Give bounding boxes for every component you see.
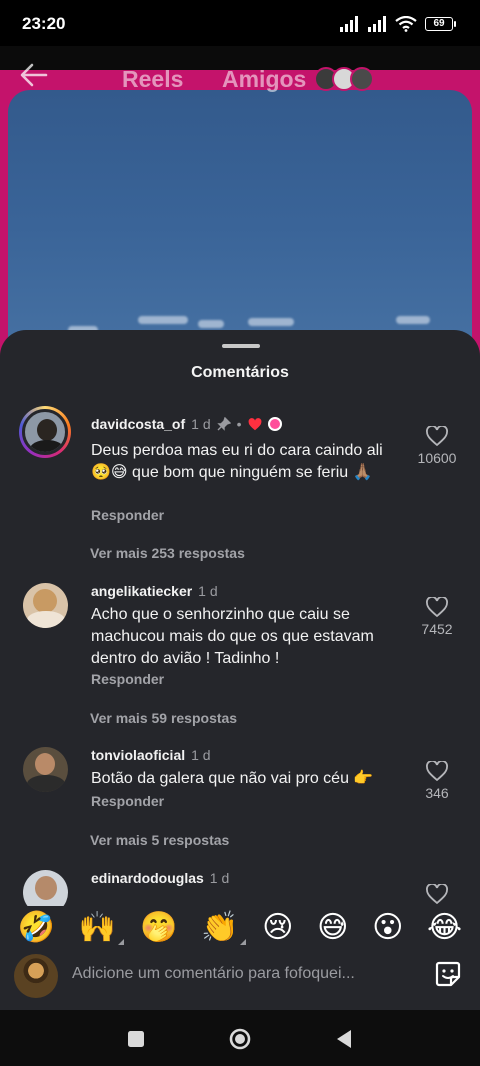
comment-username[interactable]: angelikatiecker bbox=[91, 583, 192, 599]
view-more-replies[interactable]: Ver mais 5 respostas bbox=[90, 832, 229, 848]
reaction-raised-hands[interactable]: 🙌 bbox=[78, 909, 125, 945]
separator-dot: • bbox=[236, 416, 242, 432]
creator-liked-heart-icon bbox=[248, 417, 261, 430]
comment-input[interactable] bbox=[72, 962, 412, 986]
reaction-rofl[interactable]: 🤣 bbox=[18, 910, 55, 945]
creator-avatar-badge bbox=[267, 417, 282, 431]
quick-reactions-bar: 🤣 🙌 🤭 👏 😢 😅 😮 😂 bbox=[0, 906, 480, 948]
comment-time: 1 d bbox=[191, 416, 211, 432]
wifi-icon bbox=[395, 16, 417, 32]
sheet-title: Comentários bbox=[191, 364, 289, 381]
comment-time: 1 d bbox=[209, 870, 230, 886]
battery-icon: 69 bbox=[425, 17, 456, 31]
reaction-raised-hands-glyph: 🙌 bbox=[78, 909, 117, 945]
signal-icon bbox=[340, 16, 358, 32]
reaction-clap[interactable]: 👏 bbox=[201, 909, 247, 945]
avatar[interactable] bbox=[19, 406, 71, 458]
reply-button[interactable]: Responder bbox=[91, 671, 164, 687]
my-avatar bbox=[14, 954, 58, 998]
heart-icon bbox=[426, 761, 448, 781]
home-icon[interactable] bbox=[228, 1027, 252, 1051]
reaction-hand-over-mouth[interactable]: 🤭 bbox=[140, 910, 177, 945]
friends-avatars[interactable] bbox=[314, 67, 376, 93]
reaction-open-mouth[interactable]: 😮 bbox=[372, 910, 403, 945]
pin-icon bbox=[216, 417, 231, 431]
comment-username[interactable]: edinardodouglas bbox=[91, 870, 204, 886]
back-arrow-icon[interactable] bbox=[18, 62, 50, 88]
status-bar: 23:20 69 bbox=[0, 0, 480, 46]
drag-handle[interactable] bbox=[222, 344, 260, 348]
view-more-replies[interactable]: Ver mais 59 respostas bbox=[90, 710, 237, 726]
back-icon[interactable] bbox=[332, 1027, 356, 1051]
status-icons: 69 bbox=[339, 14, 456, 34]
tab-amigos[interactable]: Amigos bbox=[222, 66, 306, 93]
avatar[interactable] bbox=[23, 747, 68, 792]
reply-button[interactable]: Responder bbox=[91, 507, 164, 523]
comment-composer bbox=[0, 948, 480, 1008]
view-more-replies[interactable]: Ver mais 253 respostas bbox=[90, 545, 245, 561]
signal-icon bbox=[368, 16, 386, 32]
heart-icon bbox=[426, 884, 448, 904]
like-count: 10600 bbox=[417, 450, 457, 466]
reply-button[interactable]: Responder bbox=[91, 793, 164, 809]
sticker-icon[interactable] bbox=[434, 960, 462, 988]
comment-text: Deus perdoa mas eu ri do cara caindo ali… bbox=[91, 442, 383, 481]
like-count: 346 bbox=[425, 785, 449, 801]
reaction-sweat-smile[interactable]: 😅 bbox=[317, 910, 348, 945]
comment-username[interactable]: tonviolaoficial bbox=[91, 747, 185, 763]
like-button[interactable] bbox=[410, 884, 464, 908]
comment-time: 1 d bbox=[198, 583, 218, 599]
like-button[interactable]: 346 bbox=[410, 761, 464, 803]
comment-time: 1 d bbox=[191, 747, 211, 763]
tab-reels[interactable]: Reels bbox=[122, 66, 183, 93]
like-count: 7452 bbox=[421, 621, 453, 637]
comment-text: Botão da galera que não vai pro céu 👉 bbox=[91, 770, 374, 787]
comment-text: Acho que o senhorzinho que caiu se machu… bbox=[91, 606, 374, 667]
reaction-joy[interactable]: 😂 bbox=[427, 910, 462, 945]
heart-icon bbox=[426, 426, 448, 446]
like-button[interactable]: 10600 bbox=[406, 426, 468, 468]
status-time: 23:20 bbox=[22, 14, 66, 33]
comment-username[interactable]: davidcosta_of bbox=[91, 416, 185, 432]
heart-icon bbox=[426, 597, 448, 617]
system-nav-bar bbox=[0, 1010, 480, 1066]
like-button[interactable]: 7452 bbox=[410, 597, 464, 639]
battery-level: 69 bbox=[425, 17, 453, 31]
reel-video-area[interactable] bbox=[0, 70, 480, 390]
reaction-clap-glyph: 👏 bbox=[201, 909, 239, 945]
reaction-crying[interactable]: 😢 bbox=[262, 910, 293, 945]
recents-icon[interactable] bbox=[124, 1027, 148, 1051]
avatar[interactable] bbox=[23, 583, 68, 628]
